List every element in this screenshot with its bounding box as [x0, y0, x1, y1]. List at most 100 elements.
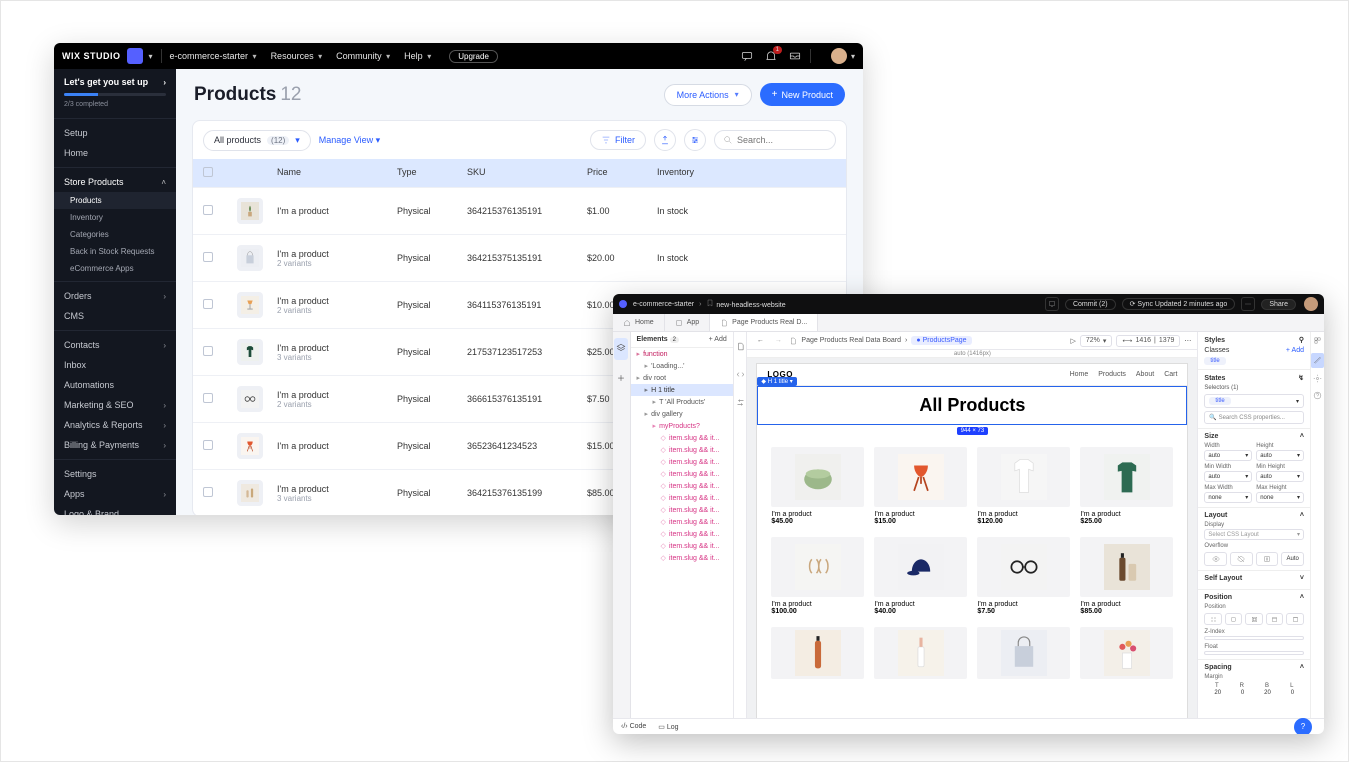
- tree-item[interactable]: ◇ item.slug && it...: [631, 540, 733, 552]
- maxheight-input[interactable]: none▾: [1256, 492, 1304, 503]
- tree-item[interactable]: ▸ function: [631, 348, 733, 360]
- desktop-icon[interactable]: [1045, 297, 1059, 311]
- css-search-input[interactable]: 🔍 Search CSS properties...: [1204, 411, 1304, 424]
- canvas[interactable]: LOGO Home Products About Cart ◆ H 1 titl…: [747, 358, 1197, 718]
- sidebar-sub-backinstock[interactable]: Back in Stock Requests: [54, 243, 176, 260]
- zoom-control[interactable]: 72% ▾: [1080, 335, 1113, 347]
- nav-resources[interactable]: Resources ▾: [271, 51, 323, 61]
- sidebar-sub-products[interactable]: Products: [54, 192, 176, 209]
- sync-status[interactable]: ⟳ Sync Updated 2 minutes ago: [1122, 298, 1236, 310]
- code-tab[interactable]: ‹/› Code: [621, 723, 646, 730]
- tree-item[interactable]: ◇ item.slug && it...: [631, 504, 733, 516]
- sidebar-item-apps[interactable]: Apps›: [54, 484, 176, 504]
- row-checkbox[interactable]: [203, 205, 213, 215]
- product-card[interactable]: I'm a product$7.50: [977, 537, 1070, 615]
- col-inventory[interactable]: Inventory: [657, 167, 747, 179]
- more-icon[interactable]: [1241, 297, 1255, 311]
- sidebar-item-analytics[interactable]: Analytics & Reports›: [54, 415, 176, 435]
- pos-fixed[interactable]: [1266, 613, 1284, 625]
- product-card[interactable]: I'm a product$85.00: [1080, 537, 1173, 615]
- select-all-checkbox[interactable]: [203, 167, 213, 177]
- crumb-site[interactable]: new-headless-website: [706, 299, 785, 309]
- help-icon[interactable]: [1313, 391, 1322, 402]
- tree-item[interactable]: ◇ item.slug && it...: [631, 480, 733, 492]
- pos-sticky[interactable]: [1286, 613, 1304, 625]
- minheight-input[interactable]: auto▾: [1256, 471, 1304, 482]
- product-card[interactable]: [874, 627, 967, 683]
- product-card[interactable]: I'm a product$120.00: [977, 447, 1070, 525]
- file-icon[interactable]: [736, 338, 745, 356]
- manage-view-link[interactable]: Manage View ▾: [319, 135, 380, 146]
- crumb-project[interactable]: e-commerce-starter: [633, 301, 694, 308]
- display-select[interactable]: Select CSS Layout▾: [1204, 529, 1304, 540]
- sidebar-item-orders[interactable]: Orders›: [54, 286, 176, 306]
- nav-help[interactable]: Help ▾: [404, 51, 431, 61]
- product-card[interactable]: I'm a product$40.00: [874, 537, 967, 615]
- code-icon[interactable]: [736, 366, 745, 384]
- pin-icon[interactable]: ⚲: [1299, 336, 1304, 344]
- tree-item[interactable]: ◇ item.slug && it...: [631, 456, 733, 468]
- chevron-down-icon[interactable]: ▾: [851, 52, 855, 61]
- avatar[interactable]: [831, 48, 847, 64]
- search-input[interactable]: [714, 130, 836, 150]
- chat-icon[interactable]: [740, 49, 754, 63]
- col-sku[interactable]: SKU: [467, 167, 587, 179]
- sidebar-sub-categories[interactable]: Categories: [54, 226, 176, 243]
- upgrade-button[interactable]: Upgrade: [449, 50, 498, 63]
- overflow-auto[interactable]: Auto: [1281, 552, 1304, 566]
- sidebar-item-marketing[interactable]: Marketing & SEO›: [54, 395, 176, 415]
- row-checkbox[interactable]: [203, 393, 213, 403]
- pos-relative[interactable]: [1225, 613, 1243, 625]
- tree-item[interactable]: ▸ T 'All Products': [631, 396, 733, 408]
- collapse-icon[interactable]: ˄: [1300, 512, 1304, 519]
- maxwidth-input[interactable]: none▾: [1204, 492, 1252, 503]
- selection-box[interactable]: All Products: [757, 386, 1187, 425]
- avatar[interactable]: [1304, 297, 1318, 311]
- add-class-button[interactable]: + Add: [1286, 347, 1304, 354]
- sidebar-item-cms[interactable]: CMS: [54, 306, 176, 326]
- more-actions-button[interactable]: More Actions▾: [664, 84, 752, 106]
- product-card[interactable]: I'm a product$15.00: [874, 447, 967, 525]
- overflow-hidden[interactable]: [1230, 552, 1253, 566]
- edit-states-icon[interactable]: ↯: [1298, 374, 1304, 382]
- minwidth-input[interactable]: auto▾: [1204, 471, 1252, 482]
- zindex-input[interactable]: [1204, 636, 1304, 640]
- inbox-icon[interactable]: [788, 49, 802, 63]
- collapse-icon[interactable]: ˄: [1300, 664, 1304, 671]
- collapse-icon[interactable]: ˄: [1300, 433, 1304, 440]
- tab-app[interactable]: App: [665, 314, 710, 331]
- tree-item[interactable]: ◇ item.slug && it...: [631, 492, 733, 504]
- table-row[interactable]: I'm a productPhysical364215376135191$1.0…: [193, 187, 846, 234]
- row-checkbox[interactable]: [203, 440, 213, 450]
- tree-item[interactable]: ▸ 'Loading...': [631, 360, 733, 372]
- log-tab[interactable]: ▭ Log: [658, 723, 678, 731]
- forward-icon[interactable]: →: [771, 334, 785, 348]
- tree-item[interactable]: ▸ myProducts?: [631, 420, 733, 432]
- tree-item[interactable]: ◇ item.slug && it...: [631, 432, 733, 444]
- components-icon[interactable]: [1313, 336, 1322, 347]
- project-dropdown[interactable]: e-commerce-starter ▾: [170, 51, 257, 61]
- selection-tag[interactable]: ◆ H 1 title ▾: [757, 377, 796, 386]
- sidebar-item-store-products[interactable]: Store Products˄: [54, 172, 176, 192]
- more-icon[interactable]: ⋯: [1184, 337, 1191, 345]
- nav-about[interactable]: About: [1136, 371, 1154, 378]
- crumb-page[interactable]: Page Products Real Data Board: [801, 337, 901, 344]
- sidebar-sub-ecommerce-apps[interactable]: eCommerce Apps: [54, 260, 176, 277]
- tree-item[interactable]: ▸ div root: [631, 372, 733, 384]
- sidebar-item-inbox[interactable]: Inbox: [54, 355, 176, 375]
- sidebar-item-logo-brand[interactable]: Logo & Brand: [54, 504, 176, 515]
- nav-products[interactable]: Products: [1098, 371, 1126, 378]
- nav-home[interactable]: Home: [1070, 371, 1089, 378]
- product-card[interactable]: I'm a product$100.00: [771, 537, 864, 615]
- bell-icon[interactable]: 1: [764, 49, 778, 63]
- all-products-dropdown[interactable]: All products(12)▾: [203, 130, 311, 151]
- expand-icon[interactable]: ˅: [1300, 575, 1304, 582]
- width-input[interactable]: auto▾: [1204, 450, 1252, 461]
- overflow-visible[interactable]: [1204, 552, 1227, 566]
- share-button[interactable]: Share: [1261, 299, 1296, 310]
- pos-static[interactable]: [1204, 613, 1222, 625]
- sidebar-item-billing[interactable]: Billing & Payments›: [54, 435, 176, 455]
- class-chip[interactable]: title: [1204, 357, 1225, 365]
- layers-icon[interactable]: [614, 338, 628, 360]
- tree-item[interactable]: ◇ item.slug && it...: [631, 516, 733, 528]
